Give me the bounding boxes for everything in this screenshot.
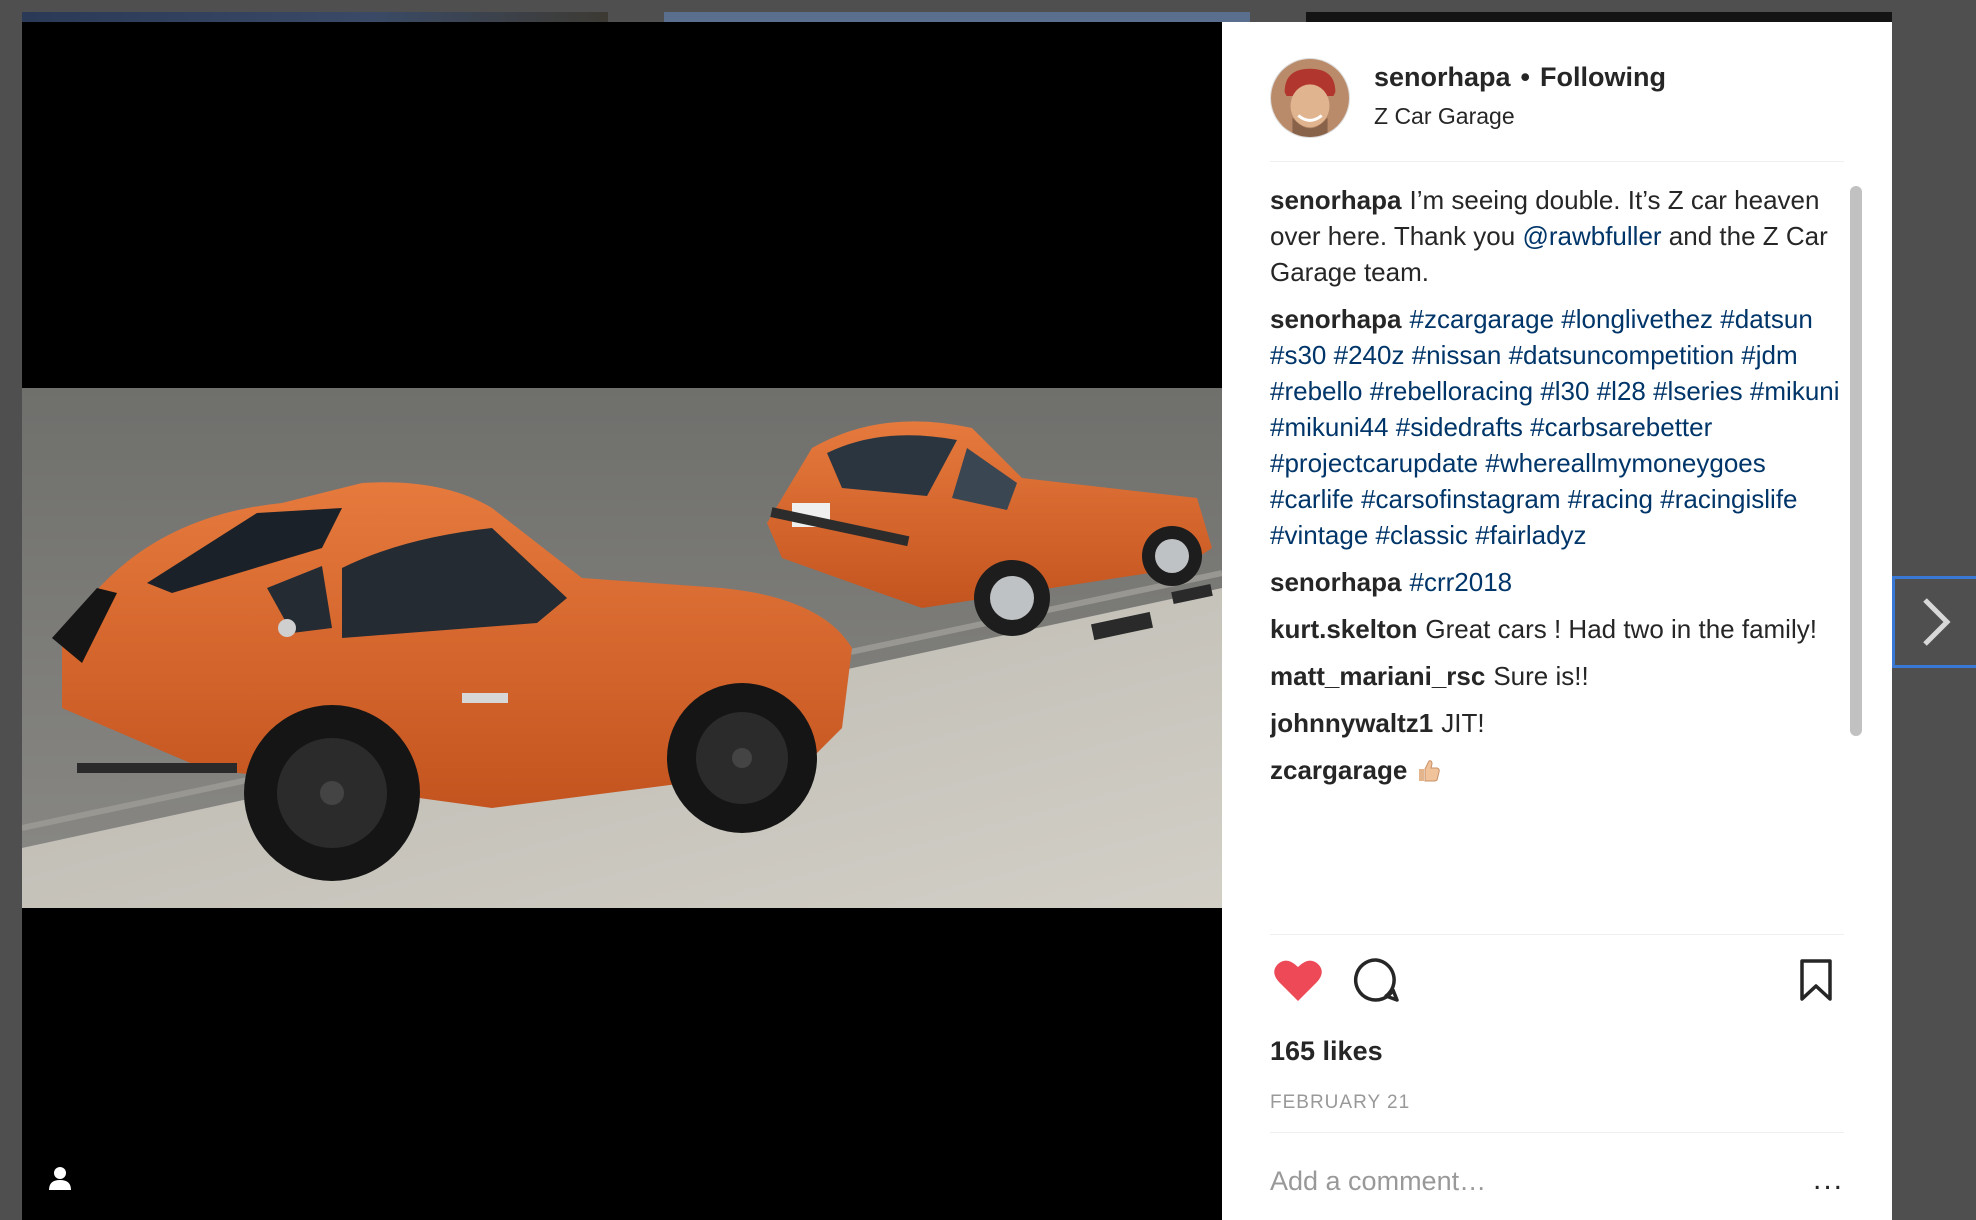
comment-text [1326,340,1333,370]
hashtag-link[interactable]: #datsuncompetition [1509,340,1734,370]
comment-username[interactable]: johnnywaltz1 [1270,708,1433,738]
hashtag-link[interactable]: #vintage [1270,520,1368,550]
comment-text [1389,412,1396,442]
comment-item: senorhapa #crr2018 [1270,564,1844,600]
comment-text [1501,340,1508,370]
hashtag-link[interactable]: #rebello [1270,376,1363,406]
comment-username[interactable]: senorhapa [1270,304,1402,334]
post-header: senorhapa • Following Z Car Garage [1270,58,1844,162]
hashtag-link[interactable]: #l28 [1597,376,1646,406]
comment-item: kurt.skelton Great cars ! Had two in the … [1270,611,1844,647]
post-media[interactable] [22,22,1222,1220]
comment-list[interactable]: senorhapa I’m seeing double. It’s Z car h… [1270,182,1844,918]
action-bar [1270,952,1844,1012]
comment-username[interactable]: zcargarage [1270,755,1407,785]
thumbs-up-icon [1419,760,1441,782]
post-date[interactable]: FEBRUARY 21 [1270,1092,1410,1114]
comment-item: zcargarage [1270,752,1844,788]
hashtag-link[interactable]: #l30 [1540,376,1589,406]
hashtag-link[interactable]: #zcargarage [1410,304,1555,334]
comment-text [1589,376,1596,406]
avatar[interactable] [1270,58,1350,138]
comment-item: senorhapa I’m seeing double. It’s Z car h… [1270,182,1844,290]
divider [1270,934,1844,935]
comment-scrollbar[interactable] [1848,180,1862,926]
comment-username[interactable]: senorhapa [1270,185,1402,215]
post-modal: senorhapa • Following Z Car Garage senor… [22,22,1892,1220]
add-comment-input[interactable]: Add a comment… [1270,1166,1486,1197]
hashtag-link[interactable]: #carsofinstagram [1361,484,1560,514]
comment-text [1354,484,1361,514]
separator-dot: • [1520,62,1530,92]
save-button[interactable] [1788,952,1844,1008]
comment-username[interactable]: matt_mariani_rsc [1270,661,1485,691]
post-location[interactable]: Z Car Garage [1374,103,1666,130]
hashtag-link[interactable]: #jdm [1741,340,1797,370]
comment-item: johnnywaltz1 JIT! [1270,705,1844,741]
hashtag-link[interactable]: #classic [1376,520,1468,550]
next-post-button[interactable] [1892,576,1976,668]
hashtag-link[interactable]: #projectcarupdate [1270,448,1478,478]
hashtag-link[interactable]: #racing [1568,484,1653,514]
hashtag-link[interactable]: #lseries [1653,376,1743,406]
comment-text [1560,484,1567,514]
post-author-username[interactable]: senorhapa [1374,62,1511,93]
post-photo[interactable] [22,388,1222,908]
like-button[interactable] [1270,952,1326,1008]
following-button[interactable]: Following [1540,62,1666,93]
hashtag-link[interactable]: #carlife [1270,484,1354,514]
divider [1270,1132,1844,1133]
heart-icon [1274,960,1322,1001]
hashtag-link[interactable]: #sidedrafts [1396,412,1523,442]
comment-text: JIT! [1441,708,1485,738]
mention-link[interactable]: @rawbfuller [1522,221,1661,251]
bookmark-icon [1800,959,1832,1001]
hashtag-link[interactable]: #nissan [1412,340,1502,370]
hashtag-link[interactable]: #mikuni44 [1270,412,1389,442]
person-icon[interactable] [46,1164,74,1192]
hashtag-link[interactable]: #crr2018 [1410,567,1513,597]
comment-item: matt_mariani_rsc Sure is!! [1270,658,1844,694]
comment-username[interactable]: kurt.skelton [1270,614,1417,644]
hashtag-link[interactable]: #240z [1334,340,1405,370]
background-thumbnail-1[interactable] [22,12,608,22]
hashtag-link[interactable]: #longlivethez [1561,304,1713,334]
more-options-button[interactable]: ... [1813,1165,1844,1195]
hashtag-link[interactable]: #rebelloracing [1370,376,1533,406]
like-count[interactable]: 165 likes [1270,1036,1383,1067]
hashtag-link[interactable]: #whereallmymoneygoes [1485,448,1765,478]
hashtag-link[interactable]: #s30 [1270,340,1326,370]
comment-text [1404,340,1411,370]
chevron-right-icon [1922,598,1951,646]
hashtag-link[interactable]: #racingislife [1660,484,1797,514]
comment-text: Great cars ! Had two in the family! [1425,614,1817,644]
hashtag-link[interactable]: #fairladyz [1475,520,1586,550]
background-thumbnail-2[interactable] [664,12,1250,22]
orange-datsun-photo [22,388,1222,908]
background-thumbnail-3[interactable] [1306,12,1892,22]
comment-bubble-icon [1353,958,1399,1002]
post-sidebar: senorhapa • Following Z Car Garage senor… [1222,22,1892,1220]
comment-button[interactable] [1348,952,1404,1008]
comment-item: senorhapa #zcargarage #longlivethez #dats… [1270,301,1844,553]
comment-text [1363,376,1370,406]
comment-text [1743,376,1750,406]
hashtag-link[interactable]: #mikuni [1750,376,1840,406]
comment-username[interactable]: senorhapa [1270,567,1402,597]
hashtag-link[interactable]: #carbsarebetter [1530,412,1712,442]
hashtag-link[interactable]: #datsun [1720,304,1813,334]
comment-text: Sure is!! [1493,661,1589,691]
scrollbar-thumb[interactable] [1850,186,1862,736]
comment-text [1368,520,1375,550]
comment-text [1646,376,1653,406]
